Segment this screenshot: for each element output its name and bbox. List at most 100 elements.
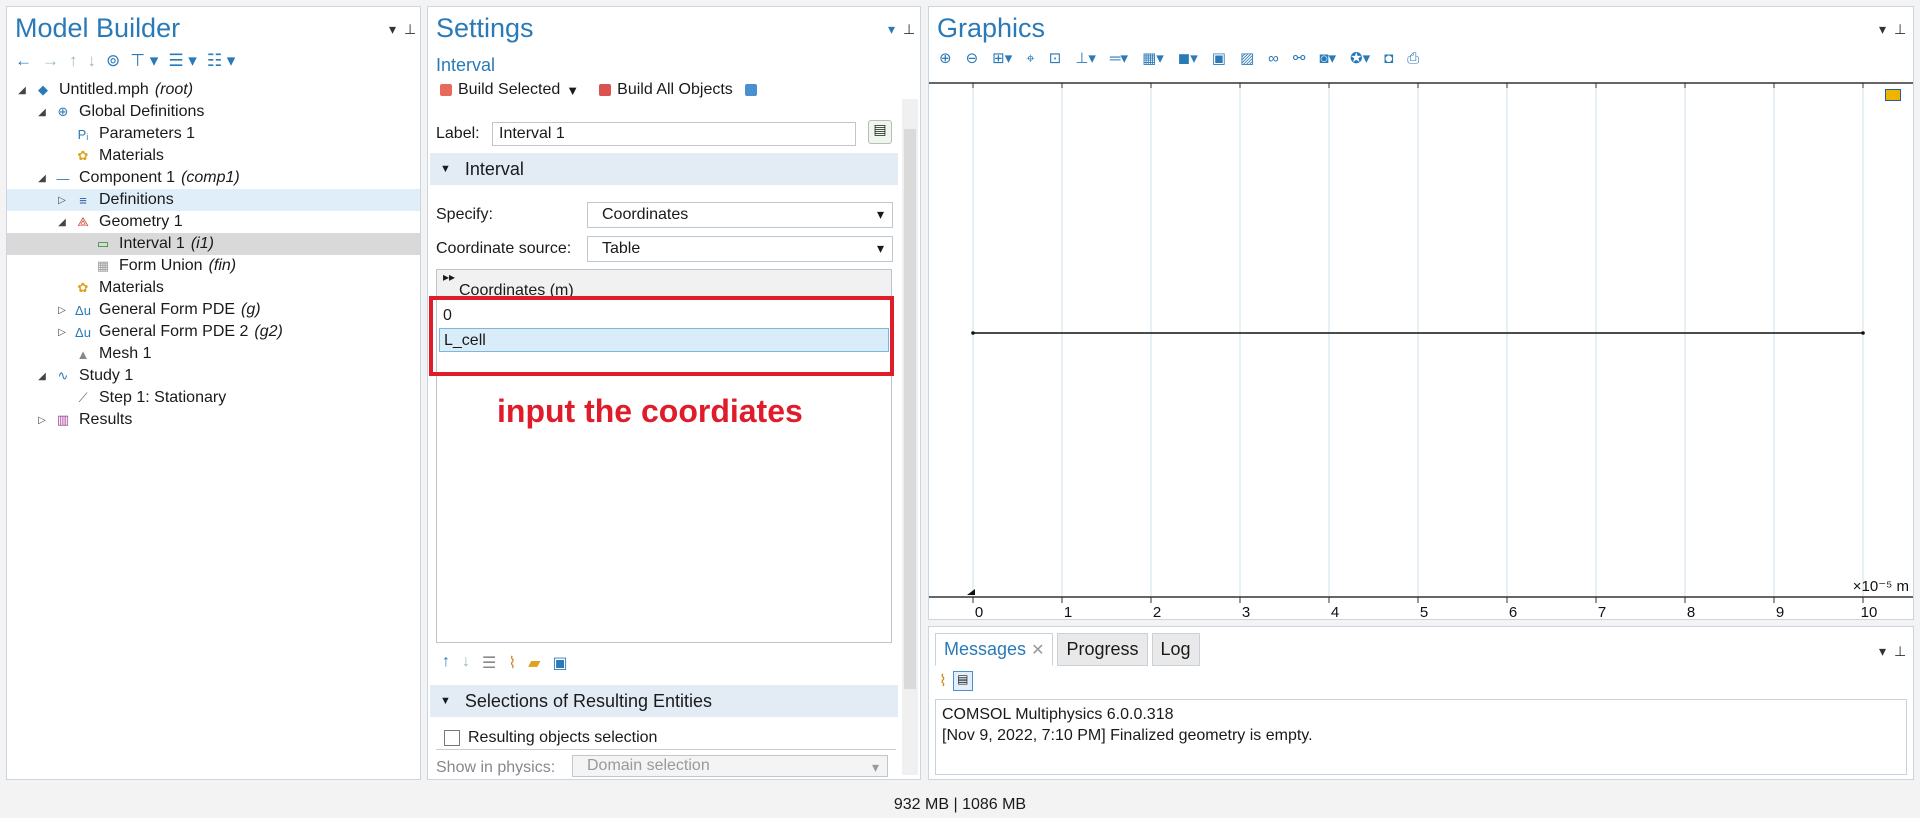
forward-arrow-icon[interactable]: → bbox=[42, 51, 59, 71]
tree-item[interactable]: ⟋ Step 1: Stationary bbox=[7, 387, 420, 409]
label-caption: Label: bbox=[436, 125, 480, 142]
tree-item[interactable]: ◢ ⟁ Geometry 1 bbox=[7, 211, 420, 233]
expanded-arrow-icon[interactable]: ◢ bbox=[35, 107, 49, 118]
show-icon[interactable]: ⊚ bbox=[106, 51, 120, 71]
tree-item[interactable]: ▲ Mesh 1 bbox=[7, 343, 420, 365]
graphics-title: Graphics bbox=[937, 13, 1046, 43]
tree-item[interactable]: Pᵢ Parameters 1 bbox=[7, 123, 420, 145]
scene-light-icon[interactable]: ▦▾ bbox=[1142, 49, 1164, 67]
tab-progress[interactable]: Progress bbox=[1057, 633, 1148, 666]
tree-item[interactable]: ◢ ⊕ Global Definitions bbox=[7, 101, 420, 123]
tab-log[interactable]: Log bbox=[1151, 633, 1200, 666]
geometry-view-icon[interactable] bbox=[744, 84, 757, 96]
messages-panel: Messages ✕ Progress Log ▾ ⊥ ⌇ ▤ COMSOL M… bbox=[928, 626, 1914, 780]
clear-table-icon[interactable]: ⌇ bbox=[508, 653, 516, 673]
deselect-icon[interactable]: ▨ bbox=[1240, 49, 1254, 67]
camera-icon[interactable]: ◘ bbox=[1384, 50, 1393, 67]
grid-icon[interactable]: ═▾ bbox=[1110, 49, 1128, 67]
tree-item[interactable]: ◢ — Component 1 (comp1) bbox=[7, 167, 420, 189]
expanded-arrow-icon[interactable]: ◢ bbox=[55, 217, 69, 228]
tree-item[interactable]: ✿ Materials bbox=[7, 145, 420, 167]
collapse-tree-icon[interactable]: ☰ ▾ bbox=[168, 51, 197, 71]
tree-item-label: Form Union bbox=[119, 257, 203, 274]
collapsed-arrow-icon[interactable]: ▷ bbox=[55, 195, 69, 206]
collapsed-arrow-icon[interactable]: ▷ bbox=[55, 327, 69, 338]
select-box-icon[interactable]: ▣ bbox=[1212, 49, 1226, 67]
interval-vertex bbox=[1861, 331, 1865, 335]
form-union-icon: ▦ bbox=[96, 258, 110, 273]
tree-item[interactable]: ▦ Form Union (fin) bbox=[7, 255, 420, 277]
selections-section-header[interactable]: ▼ Selections of Resulting Entities bbox=[430, 685, 898, 717]
tree-item[interactable]: ▷ Δu General Form PDE 2 (g2) bbox=[7, 321, 420, 343]
tree-item[interactable]: ▷ ≡ Definitions bbox=[7, 189, 420, 211]
memory-status: 932 MB | 1086 MB bbox=[893, 796, 1027, 813]
build-all-icon bbox=[599, 84, 612, 96]
scroll-thumb[interactable] bbox=[904, 129, 916, 689]
move-up-icon[interactable]: ↑ bbox=[69, 51, 78, 71]
delete-row-icon[interactable]: ☰ bbox=[482, 653, 496, 673]
expand-icon[interactable]: ▸▸ bbox=[443, 270, 455, 284]
expand-tree-icon[interactable]: ⊤ ▾ bbox=[130, 51, 158, 71]
move-down-icon[interactable]: ↓ bbox=[88, 51, 97, 71]
transparency-icon[interactable]: ⚯ bbox=[1293, 49, 1306, 67]
load-file-icon[interactable]: ▰ bbox=[528, 653, 540, 673]
link-icon[interactable]: ∞ bbox=[1268, 50, 1279, 67]
show-in-physics-caption: Show in physics: bbox=[436, 759, 556, 776]
tree-item[interactable]: ✿ Materials bbox=[7, 277, 420, 299]
axis-tick-label: 8 bbox=[1687, 604, 1695, 617]
tab-messages[interactable]: Messages ✕ bbox=[935, 633, 1054, 666]
rotate-icon[interactable]: ✪▾ bbox=[1350, 49, 1370, 67]
tree-item[interactable]: ▷ Δu General Form PDE (g) bbox=[7, 299, 420, 321]
step-icon: ⟋ bbox=[78, 390, 88, 405]
build-all-button[interactable]: Build All Objects bbox=[617, 81, 733, 99]
view-icon[interactable]: ◙▾ bbox=[1319, 49, 1336, 67]
chevron-down-icon[interactable]: ▾ bbox=[1879, 21, 1886, 38]
tree-item[interactable]: ◢ ∿ Study 1 bbox=[7, 365, 420, 387]
save-file-icon[interactable]: ▣ bbox=[552, 653, 567, 673]
annotation-text: input the coordiates bbox=[497, 393, 803, 429]
zoom-box-icon[interactable]: ⊞▾ bbox=[992, 49, 1012, 67]
copy-icon[interactable]: ▤ bbox=[952, 671, 973, 691]
expanded-arrow-icon[interactable]: ◢ bbox=[15, 85, 29, 96]
close-icon[interactable]: ✕ bbox=[1031, 642, 1044, 659]
zoom-selection-icon[interactable]: ⊡ bbox=[1049, 49, 1062, 67]
show-in-physics-select[interactable]: Domain selection bbox=[572, 755, 888, 777]
coordinate-source-select[interactable]: Table bbox=[587, 236, 893, 262]
pin-icon[interactable]: ⊥ bbox=[404, 21, 416, 38]
specify-select[interactable]: Coordinates bbox=[587, 202, 893, 228]
expanded-arrow-icon[interactable]: ◢ bbox=[35, 371, 49, 382]
clear-icon[interactable]: ⌇ bbox=[939, 671, 947, 691]
pin-icon[interactable]: ⊥ bbox=[1894, 21, 1906, 38]
tree-item[interactable]: ▷ ▥ Results bbox=[7, 409, 420, 431]
expanded-arrow-icon[interactable]: ◢ bbox=[35, 173, 49, 184]
interval-section-header[interactable]: ▼ Interval bbox=[430, 153, 898, 185]
zoom-extents-icon[interactable]: ⌖ bbox=[1026, 50, 1034, 67]
list-options-icon[interactable]: ☷ ▾ bbox=[207, 51, 236, 71]
geometry-plot[interactable]: 0 1 2 3 4 5 6 7 8 9 10 ×10⁻⁵ m bbox=[929, 77, 1913, 617]
move-up-icon[interactable]: ↑ bbox=[442, 653, 450, 673]
zoom-in-icon[interactable]: ⊕ bbox=[939, 49, 952, 67]
tree-item-label: Materials bbox=[99, 279, 164, 296]
build-selected-button[interactable]: Build Selected bbox=[458, 81, 560, 99]
chevron-down-icon[interactable]: ▾ bbox=[389, 21, 396, 38]
chevron-down-icon[interactable]: ▾ bbox=[888, 21, 895, 38]
tree-item[interactable]: ◢ ◆ Untitled.mph (root) bbox=[7, 79, 420, 101]
resulting-objects-checkbox[interactable] bbox=[444, 730, 460, 746]
tree-item[interactable]: ▭ Interval 1 (i1) bbox=[7, 233, 420, 255]
pin-icon[interactable]: ⊥ bbox=[903, 21, 915, 38]
print-icon[interactable]: ⎙ bbox=[1407, 50, 1419, 67]
pin-icon[interactable]: ⊥ bbox=[1894, 643, 1906, 660]
label-input[interactable]: Interval 1 bbox=[492, 122, 856, 146]
zoom-out-icon[interactable]: ⊖ bbox=[966, 49, 979, 67]
render-icon[interactable]: ◼▾ bbox=[1178, 49, 1198, 67]
back-arrow-icon[interactable]: ← bbox=[15, 51, 32, 71]
settings-scrollbar[interactable] bbox=[902, 99, 918, 775]
comment-icon[interactable]: ▤ bbox=[868, 120, 892, 144]
chevron-down-icon[interactable]: ▼ bbox=[566, 83, 579, 98]
collapsed-arrow-icon[interactable]: ▷ bbox=[35, 415, 49, 426]
axis-icon[interactable]: ⊥▾ bbox=[1075, 49, 1096, 67]
move-down-icon[interactable]: ↓ bbox=[462, 653, 470, 673]
collapsed-arrow-icon[interactable]: ▷ bbox=[55, 305, 69, 316]
selections-section-label: Selections of Resulting Entities bbox=[464, 690, 713, 711]
chevron-down-icon[interactable]: ▾ bbox=[1879, 643, 1886, 660]
